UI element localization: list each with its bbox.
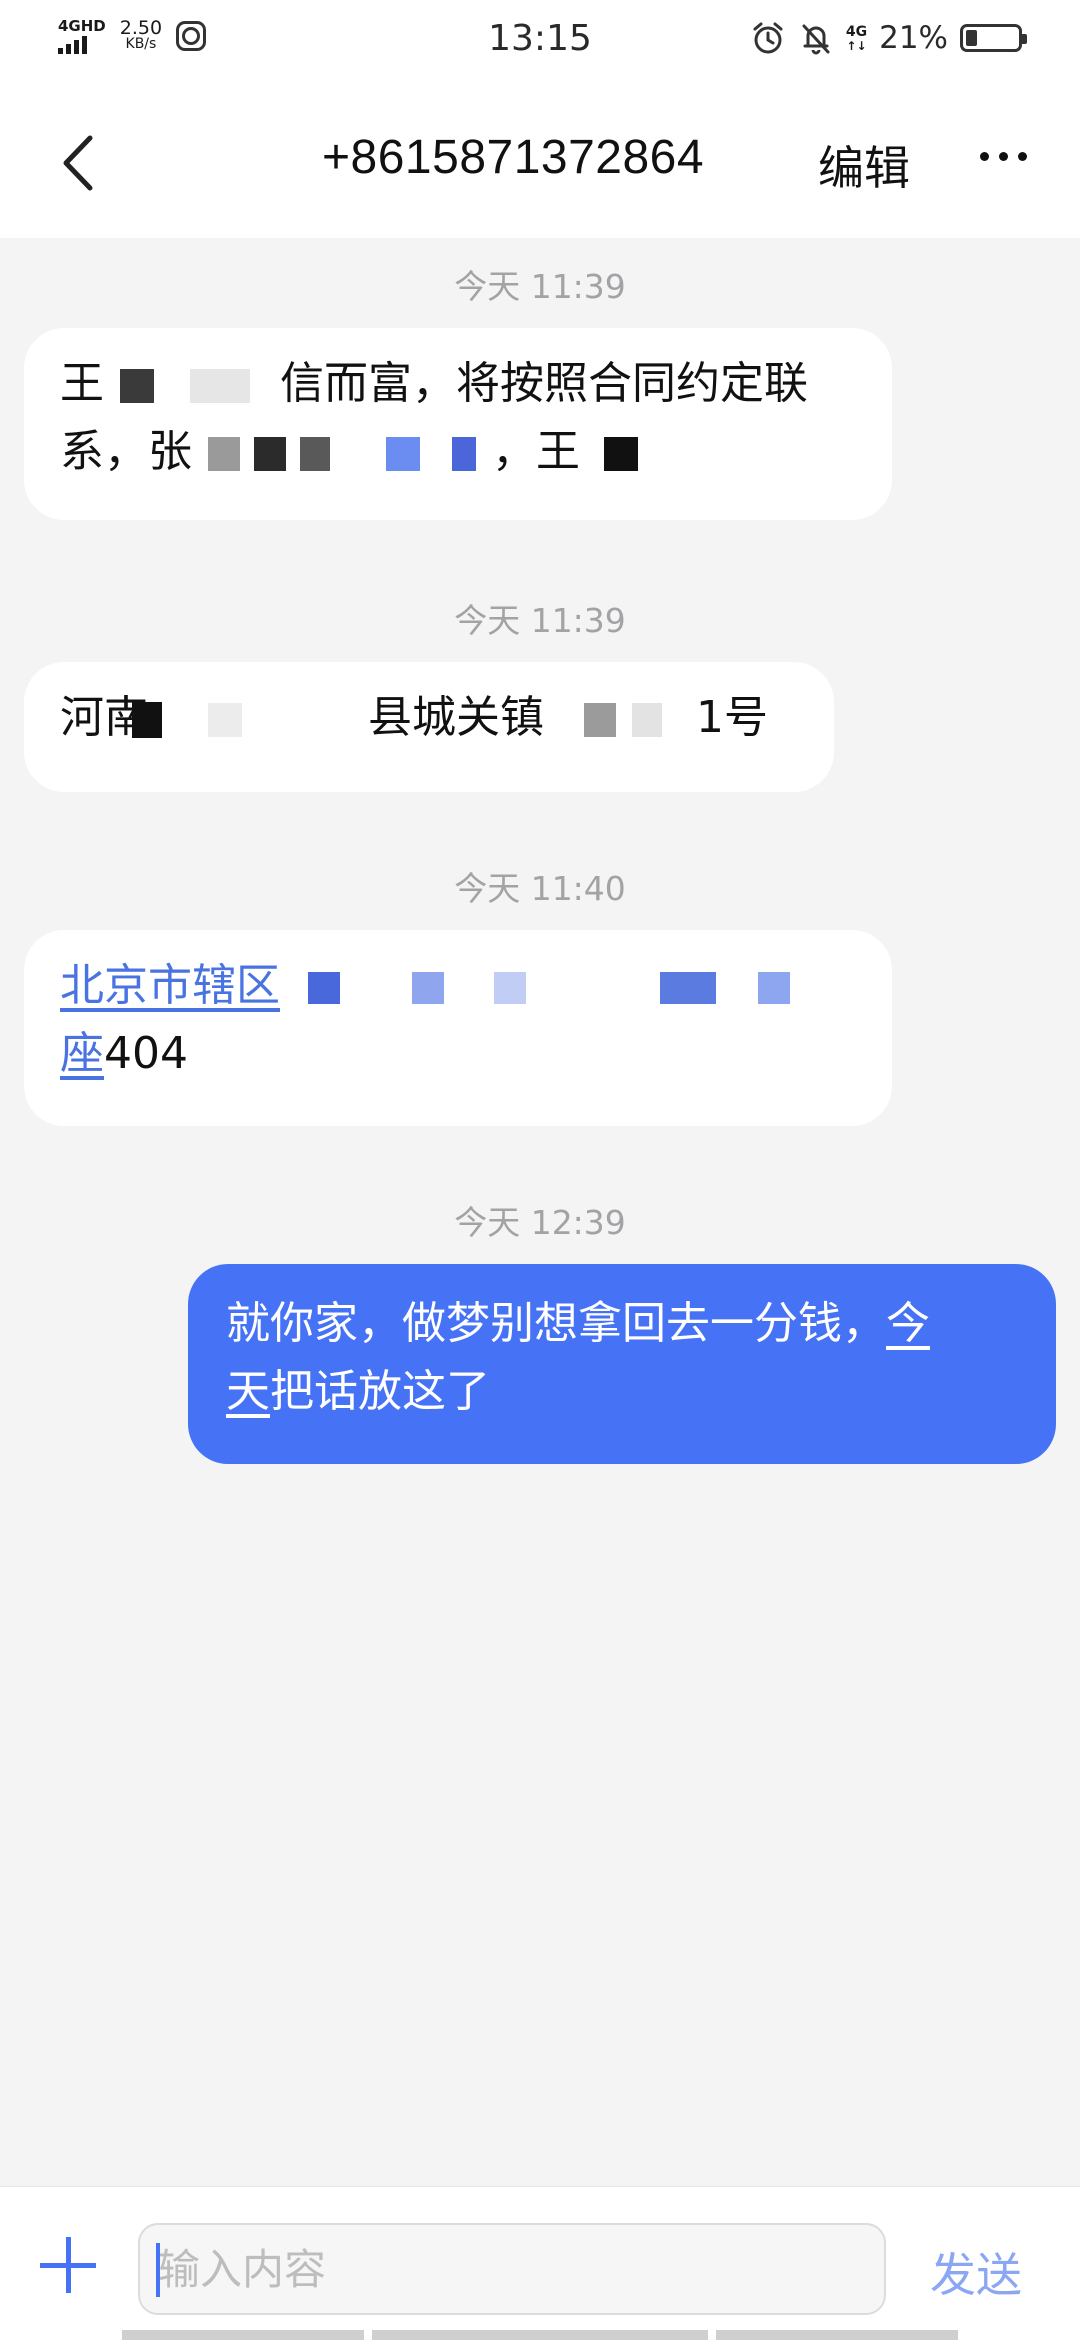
- redacted-block: [412, 972, 444, 1004]
- message-text: 信而富，将按照合同约定联: [280, 358, 808, 409]
- redacted-block: [386, 437, 420, 471]
- message-text: 王: [60, 358, 104, 409]
- contact-phone-number: +8615871372864: [322, 131, 705, 184]
- redacted-block: [494, 972, 526, 1004]
- message-bubble-incoming[interactable]: 河南 县城关镇 1号: [24, 662, 834, 792]
- redacted-block: [208, 703, 242, 737]
- alarm-icon: [753, 22, 783, 54]
- redacted-block: [660, 972, 716, 1004]
- message-input[interactable]: [138, 2223, 886, 2315]
- message-line: 北京市辖区: [60, 952, 856, 1020]
- message-timestamp: 今天 11:39: [454, 601, 626, 640]
- mobile-data-indicator: 4G ↑↓: [846, 24, 867, 52]
- edit-button[interactable]: 编辑: [818, 132, 910, 198]
- date-link[interactable]: 今: [886, 1298, 930, 1349]
- message-text: 系，张: [60, 426, 192, 477]
- message-timestamp: 今天 11:39: [454, 267, 626, 306]
- message-text: ，王: [492, 426, 580, 477]
- nav-strip-segment: [372, 2330, 708, 2340]
- message-timestamp: 今天 11:40: [454, 869, 626, 908]
- more-horizontal-icon: [980, 152, 989, 161]
- message-timestamp: 今天 12:39: [454, 1203, 626, 1242]
- redacted-block: [308, 972, 340, 1004]
- message-text: 1号: [696, 692, 768, 743]
- redacted-block: [604, 437, 638, 471]
- redacted-block: [120, 369, 154, 403]
- status-bar: 4GHD 2.50 KB/s 13:15 4G ↑↓ 21%: [0, 0, 1080, 88]
- redacted-block: [132, 702, 162, 738]
- back-button[interactable]: [48, 128, 108, 198]
- mute-bell-icon: [802, 24, 830, 55]
- message-line: 座404: [60, 1020, 856, 1088]
- message-line: 河南 县城关镇 1号: [60, 684, 798, 752]
- redacted-block: [584, 703, 616, 737]
- nav-strip-segment: [716, 2330, 958, 2340]
- status-right: 4G ↑↓ 21%: [750, 20, 1027, 56]
- message-line: 王 信而富，将按照合同约定联: [60, 350, 856, 418]
- redacted-block: [758, 972, 790, 1004]
- mobile-type-label: 4G: [845, 24, 868, 40]
- message-text: 404: [104, 1028, 188, 1079]
- address-link[interactable]: 北京市辖区: [60, 960, 280, 1011]
- chevron-left-icon: [63, 135, 93, 191]
- send-button[interactable]: 发送: [930, 2239, 1022, 2305]
- date-link[interactable]: 天: [226, 1366, 270, 1417]
- message-bubble-incoming[interactable]: 北京市辖区 座404: [24, 930, 892, 1126]
- message-text: 就你家，做梦别想拿回去一分钱，: [226, 1298, 886, 1349]
- redacted-block: [300, 437, 330, 471]
- data-arrows-icon: ↑↓: [846, 39, 867, 53]
- message-line: 天把话放这了: [226, 1358, 1018, 1426]
- message-bubble-outgoing[interactable]: 就你家，做梦别想拿回去一分钱，今 天把话放这了: [188, 1264, 1056, 1464]
- redacted-block: [208, 437, 240, 471]
- message-text: 县城关镇: [368, 692, 544, 743]
- compose-bar: 发送: [0, 2186, 1080, 2341]
- battery-icon: [960, 24, 1027, 52]
- redacted-block: [452, 437, 476, 471]
- redacted-block: [254, 437, 286, 471]
- plus-icon[interactable]: [40, 2237, 96, 2293]
- redacted-block: [632, 703, 662, 737]
- redacted-block: [190, 369, 250, 403]
- message-text: 把话放这了: [270, 1366, 490, 1417]
- message-line: 就你家，做梦别想拿回去一分钱，今: [226, 1290, 1018, 1358]
- conversation-header: +8615871372864 编辑: [0, 88, 1080, 238]
- message-line: 系，张 ，王: [60, 418, 856, 486]
- text-caret: [156, 2243, 160, 2297]
- message-bubble-incoming[interactable]: 王 信而富，将按照合同约定联 系，张 ，王: [24, 328, 892, 520]
- nav-strip-segment: [122, 2330, 364, 2340]
- address-link[interactable]: 座: [60, 1028, 104, 1079]
- battery-level-fill: [966, 30, 977, 46]
- more-options-button[interactable]: [980, 152, 1027, 161]
- battery-percent: 21%: [879, 20, 948, 56]
